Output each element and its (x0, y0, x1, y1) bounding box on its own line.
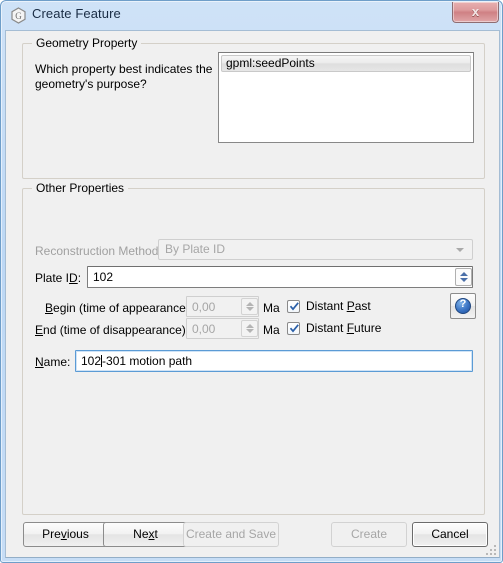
begin-time-stepper-down[interactable] (242, 307, 257, 315)
close-button[interactable]: x (452, 2, 499, 23)
other-properties-group: Other Properties Reconstruction Method: … (22, 181, 485, 515)
close-icon: x (471, 4, 480, 19)
reconstruction-method-combobox[interactable]: By Plate ID (158, 239, 473, 260)
name-value: 102-301 motion path (81, 354, 192, 368)
previous-button[interactable]: Previous (23, 522, 108, 547)
end-time-stepper[interactable] (241, 320, 258, 337)
name-label: Name: (35, 355, 70, 369)
checkmark-icon (289, 301, 299, 311)
dialog-client-area: Geometry Property Which property best in… (5, 30, 500, 558)
begin-time-stepper[interactable] (241, 298, 258, 315)
create-and-save-button: Create and Save (183, 522, 279, 547)
geometry-property-group-title: Geometry Property (32, 36, 142, 50)
distant-future-label: Distant Future (306, 321, 381, 335)
plate-id-stepper-down[interactable] (456, 277, 471, 285)
distant-past-label: Distant Past (306, 299, 371, 313)
geometry-property-listbox[interactable]: gpml:seedPoints (218, 52, 474, 143)
begin-time-value: 0,00 (192, 300, 216, 314)
plate-id-label: Plate ID: (35, 271, 81, 285)
distant-past-label-pre: Distant (306, 299, 347, 313)
begin-time-unit: Ma (263, 301, 280, 315)
create-button: Create (331, 522, 407, 547)
list-item[interactable]: gpml:seedPoints (221, 55, 471, 72)
end-time-unit: Ma (263, 323, 280, 337)
reconstruction-method-value: By Plate ID (165, 242, 226, 256)
distant-future-label-mnemonic: F (346, 321, 355, 335)
distant-past-label-mnemonic: P (346, 299, 355, 313)
begin-time-label-post: egin (time of appearance): (53, 301, 194, 315)
gplates-logo-icon: G (11, 7, 26, 24)
end-time-label-post: nd (time of disappearance): (43, 323, 190, 337)
other-properties-group-title: Other Properties (32, 181, 129, 195)
plate-id-input[interactable]: 102 (87, 266, 473, 288)
create-feature-dialog-window: G Create Feature x Geometry Property Whi… (0, 0, 503, 563)
window-title: Create Feature (32, 6, 121, 21)
previous-button-label-pre: Pre (42, 527, 61, 541)
svg-text:G: G (15, 11, 22, 21)
plate-id-label-mnemonic: D (69, 271, 78, 285)
help-glyph: ? (459, 298, 467, 310)
name-value-before-caret: 102 (81, 354, 102, 368)
geometry-property-group: Geometry Property Which property best in… (22, 36, 485, 179)
distant-past-label-post: ast (354, 299, 371, 313)
end-time-label-mnemonic: E (35, 323, 44, 337)
end-time-label: End (time of disappearance): (35, 323, 189, 337)
next-button[interactable]: Next (103, 522, 188, 547)
name-value-after-caret: -301 motion path (102, 354, 193, 368)
begin-time-stepper-up[interactable] (242, 299, 257, 307)
question-mark-icon: ? (455, 298, 471, 314)
geometry-purpose-question: Which property best indicates the geomet… (35, 62, 213, 91)
distant-future-label-post: uture (354, 321, 382, 335)
next-button-label-post: t (154, 527, 158, 541)
plate-id-label-post: : (77, 271, 82, 285)
cancel-button[interactable]: Cancel (412, 522, 488, 547)
resize-grip[interactable] (484, 543, 496, 555)
plate-id-stepper[interactable] (455, 268, 472, 286)
plate-id-value: 102 (93, 270, 114, 284)
next-button-label-pre: Ne (133, 527, 149, 541)
help-button[interactable]: ? (450, 293, 476, 319)
begin-time-label-mnemonic: B (45, 301, 54, 315)
checkbox-box[interactable] (287, 299, 300, 313)
previous-button-label-post: ious (66, 527, 89, 541)
distant-future-checkbox[interactable]: Distant Future (287, 321, 381, 335)
end-time-stepper-up[interactable] (242, 321, 257, 329)
reconstruction-method-label: Reconstruction Method: (35, 244, 162, 258)
chevron-down-icon (456, 248, 464, 252)
distant-past-checkbox[interactable]: Distant Past (287, 299, 371, 313)
name-input[interactable]: 102-301 motion path (75, 350, 473, 372)
end-time-stepper-down[interactable] (242, 329, 257, 337)
end-time-value: 0,00 (192, 322, 216, 336)
distant-future-label-pre: Distant (306, 321, 347, 335)
plate-id-label-pre: Plate I (35, 271, 70, 285)
checkmark-icon (289, 323, 299, 333)
begin-time-label: Begin (time of appearance): (45, 301, 193, 315)
checkbox-box[interactable] (287, 321, 300, 335)
titlebar[interactable]: G Create Feature x (1, 1, 503, 30)
plate-id-stepper-up[interactable] (456, 269, 471, 277)
name-label-mnemonic: N (35, 355, 44, 369)
name-label-post: ame: (43, 355, 71, 369)
